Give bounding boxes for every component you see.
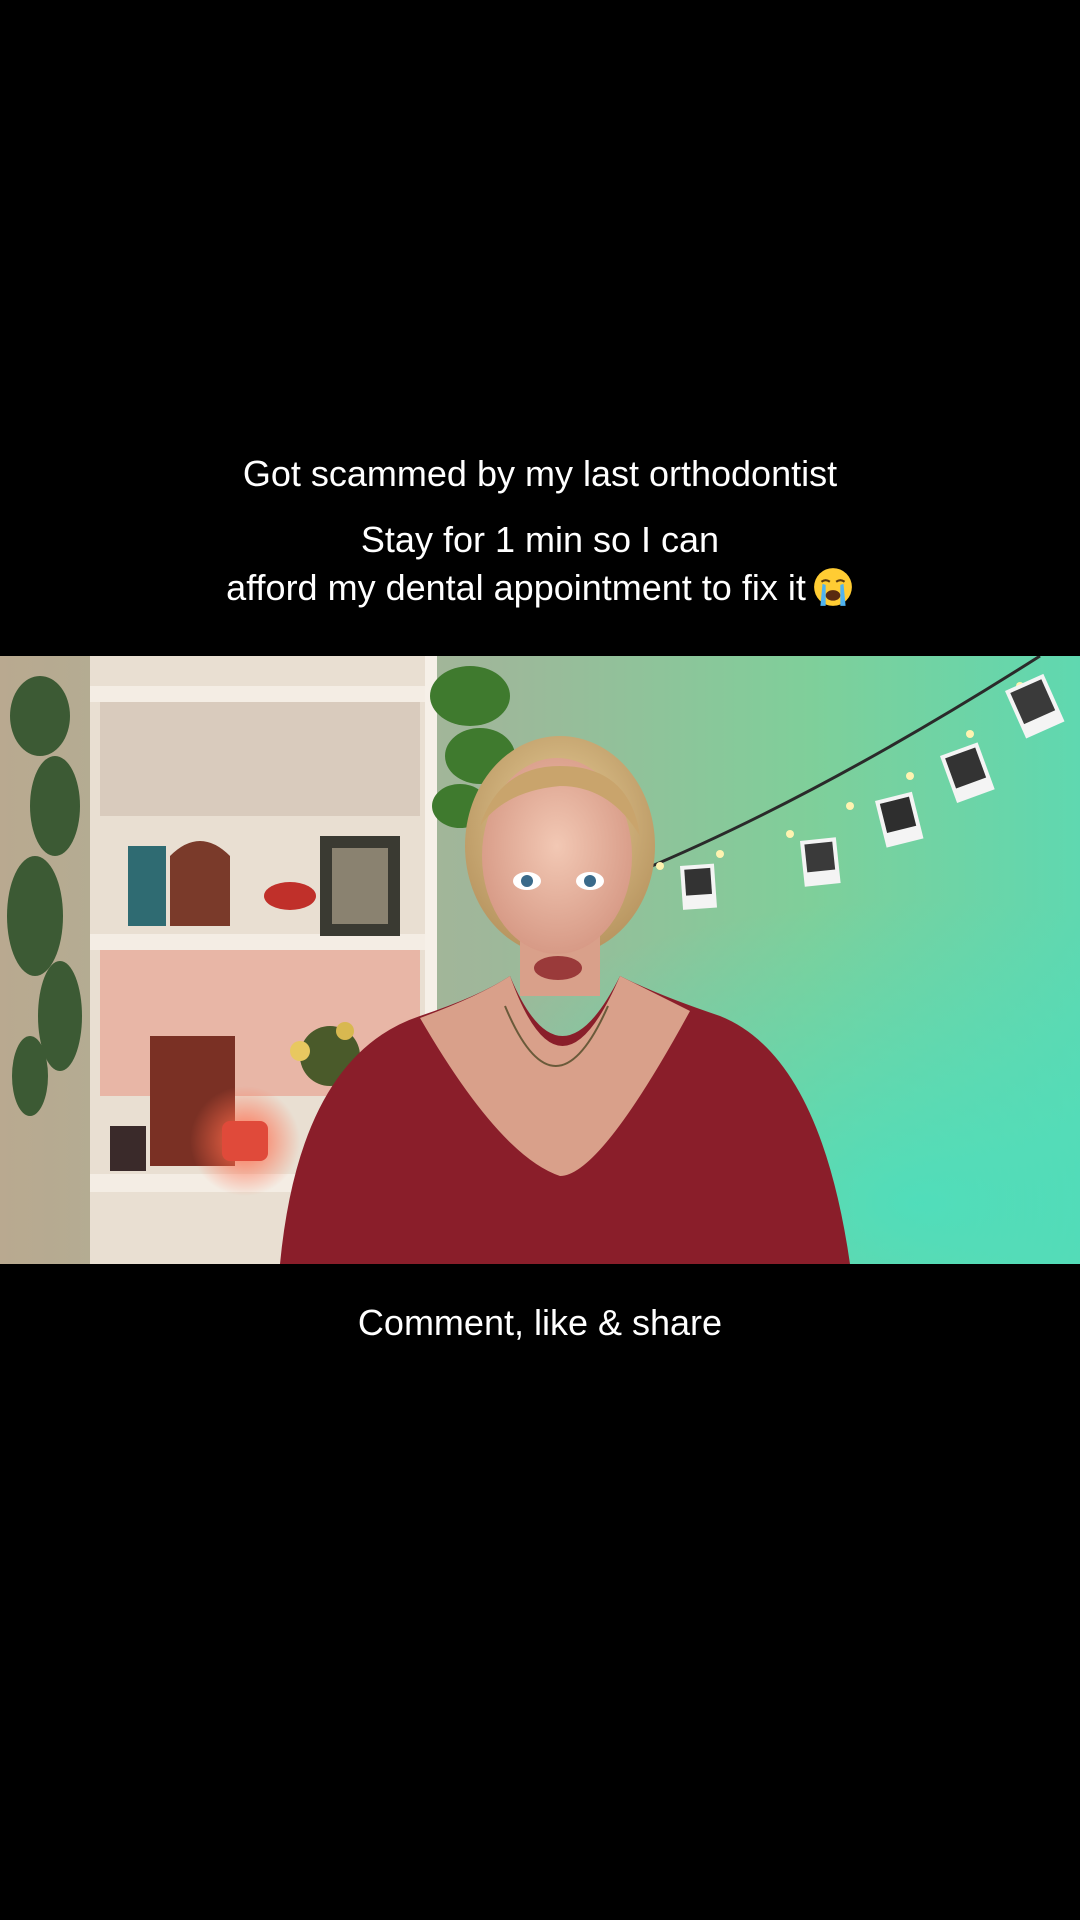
caption-line-2: Stay for 1 min so I can bbox=[360, 519, 720, 560]
loudly-crying-face-icon bbox=[813, 568, 852, 606]
video-scene bbox=[0, 656, 1080, 1264]
caption-bottom: Comment, like & share bbox=[357, 1302, 723, 1343]
caption-title: Got scammed by my last orthodontist bbox=[242, 453, 838, 494]
caption-line-3: afford my dental appointment to fix it bbox=[226, 567, 806, 608]
video-screen[interactable]: Got scammed by my last orthodontist Stay… bbox=[0, 0, 1080, 1920]
caption-line-3-wrapper: afford my dental appointment to fix it bbox=[0, 564, 1080, 612]
video-frame[interactable] bbox=[0, 656, 1080, 1264]
